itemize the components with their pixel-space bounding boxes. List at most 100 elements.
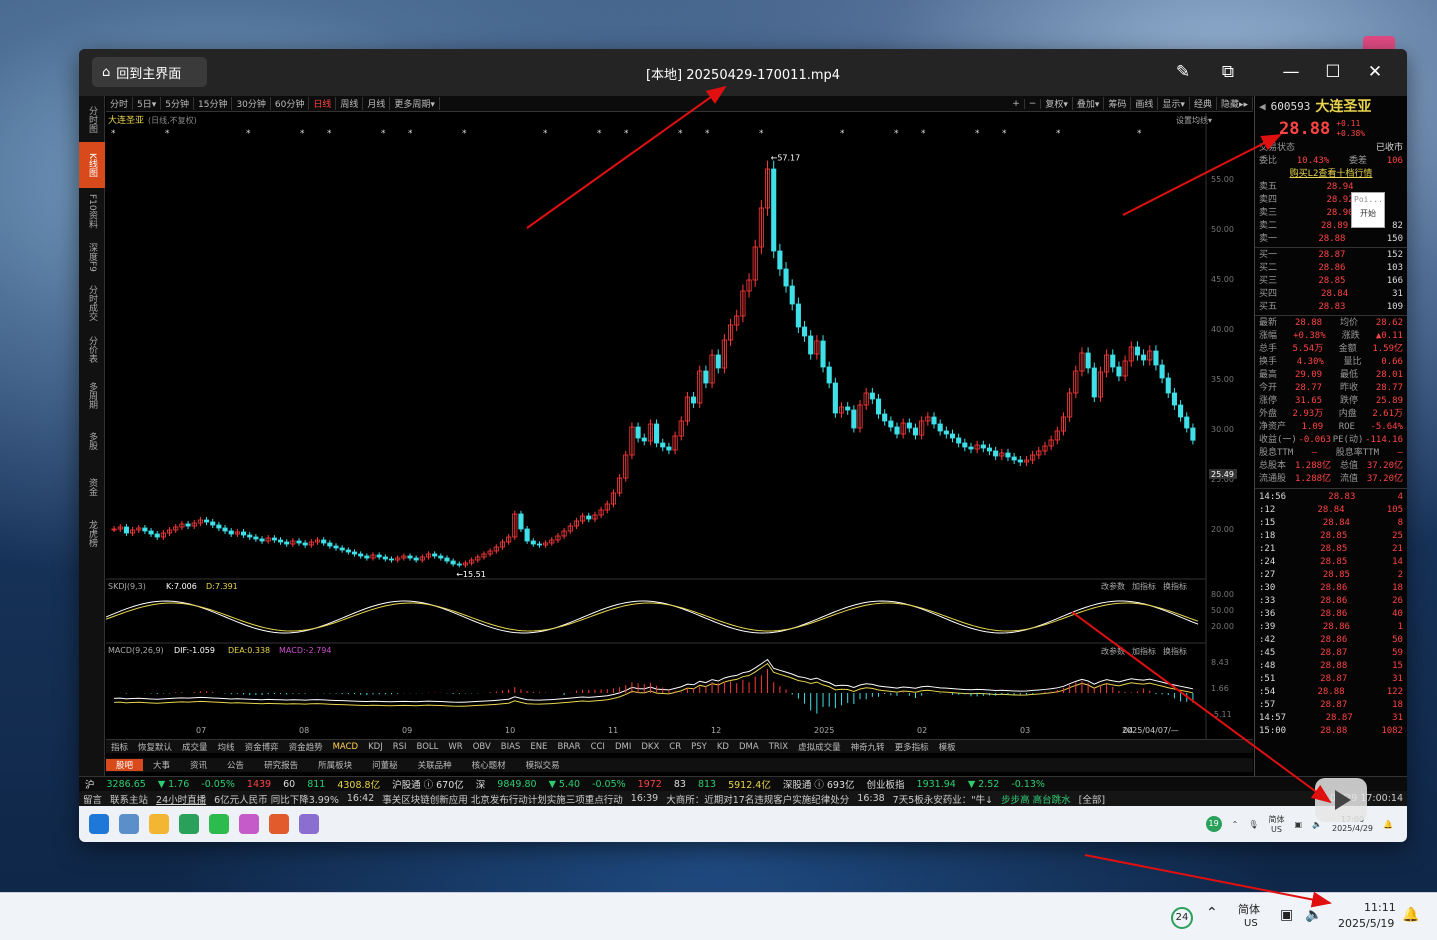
indicator-tab[interactable]: 模板 [934, 741, 961, 753]
left-tab[interactable]: 深度F9 [79, 234, 105, 280]
indicator-tab[interactable]: 神奇九转 [846, 741, 890, 753]
news-all-button[interactable]: [全部] [1075, 792, 1109, 806]
news-item[interactable]: 事关区块链创新应用 北京发布行动计划实施三项重点行动 [378, 792, 627, 806]
toolbar-button[interactable]: 经典 [1190, 97, 1217, 110]
toolbar-button[interactable]: − [1025, 98, 1042, 109]
period-tab[interactable]: 15分钟 [194, 97, 233, 110]
news-live-link[interactable]: 24小时直播 [152, 792, 210, 806]
news-item[interactable]: 大商所：近期对17名违规客户实施纪律处分 [662, 792, 853, 806]
left-tab[interactable]: F10资料 [79, 188, 105, 234]
indicator-tab[interactable]: RSI [388, 742, 412, 752]
chevron-left-icon[interactable]: ◀ [1259, 100, 1266, 113]
panel-button[interactable]: 换指标 [1163, 581, 1187, 591]
taskbar-badge[interactable]: 24 [1171, 907, 1193, 929]
event-marker-icon[interactable]: * [246, 129, 251, 139]
left-tab[interactable]: 多周期 [79, 372, 105, 418]
popup-menu[interactable]: Poi... 开始 [1351, 192, 1385, 228]
left-tab[interactable]: K线图 [79, 142, 105, 188]
taskbar-ime-lang[interactable]: 简体 [1238, 901, 1260, 917]
event-marker-icon[interactable]: * [462, 129, 467, 139]
event-marker-icon[interactable]: * [408, 129, 413, 139]
event-marker-icon[interactable]: * [921, 129, 926, 139]
bottom-tab[interactable]: 研究报告 [254, 759, 308, 771]
indicator-tab[interactable]: CCI [586, 742, 610, 752]
left-tab[interactable]: 分时成交 [79, 280, 105, 326]
indicator-tab[interactable]: 成交量 [177, 741, 213, 753]
left-tab[interactable]: 龙虎榜 [79, 510, 105, 556]
indicator-tab[interactable]: OBV [468, 742, 496, 752]
left-tab[interactable]: 分价表 [79, 326, 105, 372]
minimize-icon[interactable]: — [1279, 61, 1303, 83]
popup-item[interactable]: Poi... [1352, 193, 1384, 206]
bottom-tab[interactable]: 所属板块 [308, 759, 362, 771]
event-marker-icon[interactable]: * [111, 129, 116, 139]
news-item[interactable]: 6亿元人民币 同比下降3.99% [210, 792, 343, 806]
bottom-tab[interactable]: 核心题材 [462, 759, 516, 771]
indicator-tab[interactable]: KD [712, 742, 734, 752]
toolbar-button[interactable]: 显示▾ [1158, 97, 1190, 110]
period-tab[interactable]: 月线 [363, 97, 391, 110]
period-tab[interactable]: 60分钟 [271, 97, 310, 110]
bottom-tab[interactable]: 问董秘 [362, 759, 408, 771]
picture-in-picture-icon[interactable]: ⧉ [1216, 61, 1240, 83]
event-marker-icon[interactable]: * [975, 129, 980, 139]
indicator-tab[interactable]: DKX [636, 742, 664, 752]
indicator-tab[interactable]: 资金趋势 [284, 741, 328, 753]
period-tab[interactable]: 周线 [336, 97, 364, 110]
taskbar-time[interactable]: 11:11 [1364, 901, 1396, 914]
ticker-hgt[interactable]: 沪股通 ⓘ 670亿 [386, 777, 470, 791]
indicator-tab[interactable]: 恢复默认 [133, 741, 177, 753]
video-frame[interactable]: 分时图 K线图 F10资料 深度F9 分时成交 分价表 多周期 多股 资金 龙虎榜 分时 5日▾ 5分… [79, 96, 1407, 842]
news-item[interactable]: 7天5板永安药业："牛↓ [889, 792, 997, 806]
event-marker-icon[interactable]: * [1056, 129, 1061, 139]
play-button-overlay[interactable] [1315, 778, 1367, 822]
volume-icon[interactable]: 🔈 [1305, 907, 1322, 923]
toolbar-button[interactable]: 筹码 [1104, 97, 1132, 110]
panel-button[interactable]: 改参数 [1101, 646, 1125, 656]
bottom-tab[interactable]: 股吧 [106, 759, 144, 771]
popup-start-item[interactable]: 开始 [1352, 206, 1384, 221]
indicator-tab[interactable]: TRIX [764, 742, 793, 752]
bottom-tab[interactable]: 关联品种 [408, 759, 462, 771]
ma-settings-button[interactable]: 设置均线▾ [1176, 115, 1212, 125]
news-contact-link[interactable]: 联系主站 [106, 792, 152, 806]
indicator-tab[interactable]: 资金博弈 [240, 741, 284, 753]
event-marker-icon[interactable]: * [678, 129, 683, 139]
toolbar-button[interactable]: 隐藏▸▸ [1217, 97, 1253, 110]
indicator-tab[interactable]: KDJ [363, 742, 388, 752]
indicator-tab[interactable]: MACD [328, 742, 363, 752]
bottom-tab[interactable]: 资讯 [180, 759, 217, 771]
event-marker-icon[interactable]: * [327, 129, 332, 139]
event-marker-icon[interactable]: * [543, 129, 548, 139]
event-marker-icon[interactable]: * [840, 129, 845, 139]
indicator-tab[interactable]: BIAS [496, 742, 526, 752]
left-tab[interactable]: 资金 [79, 464, 105, 510]
event-marker-icon[interactable]: * [705, 129, 710, 139]
toolbar-button[interactable]: 复权▾ [1041, 97, 1073, 110]
pin-icon[interactable]: ✎ [1171, 61, 1195, 83]
event-marker-icon[interactable]: * [1137, 129, 1142, 139]
bottom-tab[interactable]: 公告 [217, 759, 254, 771]
event-marker-icon[interactable]: * [381, 129, 386, 139]
maximize-icon[interactable]: ☐ [1321, 61, 1345, 83]
bottom-tab[interactable]: 模拟交易 [516, 759, 570, 771]
period-tab[interactable]: 更多周期▾ [390, 97, 440, 110]
period-tab[interactable]: 5日▾ [133, 97, 162, 110]
indicator-tab[interactable]: ENE [525, 742, 552, 752]
event-marker-icon[interactable]: * [597, 129, 602, 139]
panel-button[interactable]: 改参数 [1101, 581, 1125, 591]
event-marker-icon[interactable]: * [1002, 129, 1007, 139]
toolbar-button[interactable]: 叠加▾ [1073, 97, 1105, 110]
ticker-sgt[interactable]: 深股通 ⓘ 693亿 [777, 777, 861, 791]
news-alert[interactable]: 步步高 高台跳水 [997, 792, 1075, 806]
indicator-tab[interactable]: BOLL [412, 742, 444, 752]
indicator-tab[interactable]: BRAR [552, 742, 585, 752]
event-marker-icon[interactable]: * [759, 129, 764, 139]
indicator-tab[interactable]: 虚拟成交量 [793, 741, 846, 753]
indicator-tab[interactable]: PSY [686, 742, 712, 752]
close-icon[interactable]: ✕ [1363, 61, 1387, 83]
indicator-tab[interactable]: 指标 [106, 741, 133, 753]
kline-chart-area[interactable]: 大连圣亚 (日线,不复权) 设置均线▾ 55.00 50.00 45.00 40.00 35.… [106, 113, 1253, 739]
left-tab[interactable]: 多股 [79, 418, 105, 464]
chevron-up-icon[interactable]: ⌃ [1206, 905, 1218, 921]
